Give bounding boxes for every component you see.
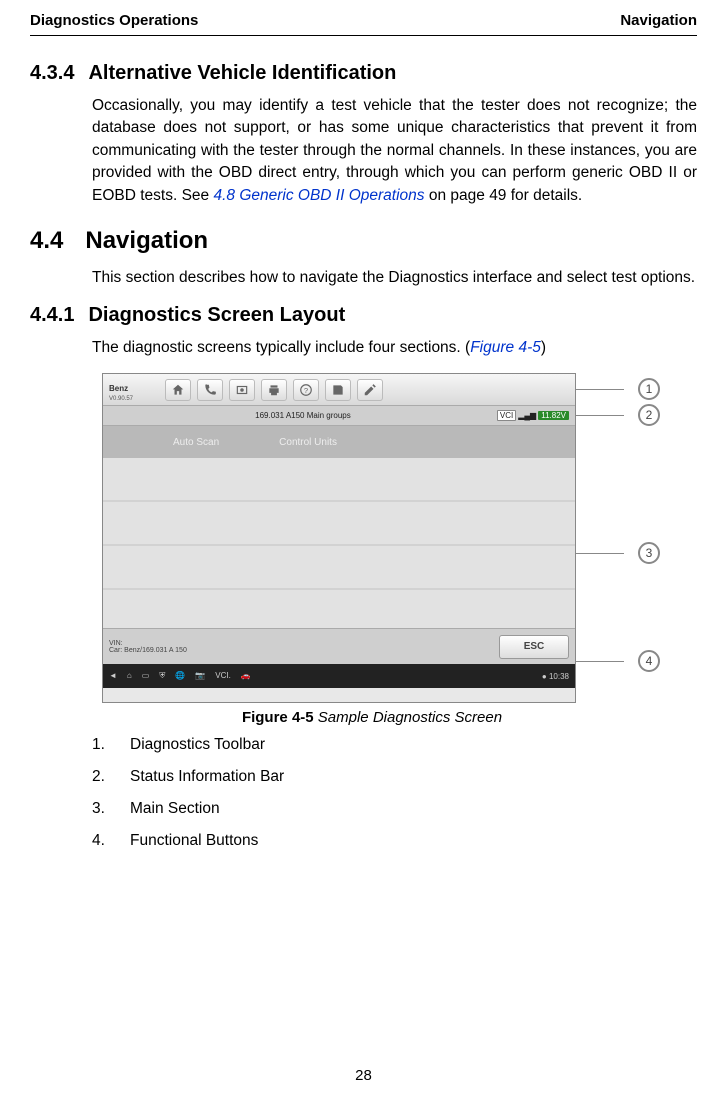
camera-icon[interactable]: 📷 <box>195 671 205 681</box>
figure-ref-link[interactable]: Figure 4-5 <box>470 339 541 356</box>
print-icon[interactable] <box>261 379 287 401</box>
heading-number: 4.3.4 <box>30 62 74 85</box>
paragraph-4-4: This section describes how to navigate t… <box>92 267 697 289</box>
callout-lead-4 <box>576 661 624 662</box>
callout-lead-1 <box>576 389 624 390</box>
brand-block: Benz V0.90.57 <box>109 378 133 402</box>
brand-version: V0.90.57 <box>109 396 133 402</box>
para-text-b: ) <box>541 339 546 356</box>
list-number: 3. <box>92 800 110 818</box>
brand-name: Benz <box>109 384 128 393</box>
callout-lead-2 <box>576 415 624 416</box>
tab-auto-scan[interactable]: Auto Scan <box>173 437 219 448</box>
page-number: 28 <box>0 1067 727 1084</box>
para-text-a: The diagnostic screens typically include… <box>92 339 470 356</box>
callout-2: 2 <box>638 404 660 426</box>
signal-icon: ▂▄▆ <box>518 411 536 420</box>
callout-4: 4 <box>638 650 660 672</box>
phone-icon[interactable] <box>197 379 223 401</box>
cross-ref-link[interactable]: 4.8 Generic OBD II Operations <box>213 187 424 204</box>
callout-3: 3 <box>638 542 660 564</box>
heading-title: Diagnostics Screen Layout <box>88 304 345 327</box>
diagnostics-toolbar: Benz V0.90.57 ? <box>103 374 575 406</box>
heading-title: Navigation <box>85 227 208 255</box>
vci-status: VCI ▂▄▆ 11.82V <box>497 410 569 421</box>
screenshot-icon[interactable] <box>229 379 255 401</box>
numbered-list: 1. Diagnostics Toolbar 2. Status Informa… <box>92 736 697 850</box>
list-text: Main Section <box>130 800 220 818</box>
figure-4-5: Benz V0.90.57 ? 169.031 A150 Main groups… <box>92 373 652 726</box>
functional-buttons-bar: VIN: Car: Benz/169.031 A 150 ESC <box>103 628 575 664</box>
list-number: 1. <box>92 736 110 754</box>
vin-label: VIN: <box>109 640 187 647</box>
system-nav-bar: ◄ ⌂ ▭ ⛨ 🌐 📷 VCI. 🚗 ● 10:38 <box>103 664 575 688</box>
caption-label: Figure 4-5 <box>242 709 314 726</box>
callout-1: 1 <box>638 378 660 400</box>
clock: ● 10:38 <box>542 672 569 681</box>
svg-text:?: ? <box>304 386 308 395</box>
list-text: Status Information Bar <box>130 768 284 786</box>
callout-lead-3 <box>576 553 624 554</box>
header-left: Diagnostics Operations <box>30 12 198 29</box>
heading-4-4: 4.4 Navigation <box>30 227 697 255</box>
list-number: 4. <box>92 832 110 850</box>
list-item: 3. Main Section <box>92 800 697 818</box>
vci-label: VCI <box>497 410 516 421</box>
status-title: 169.031 A150 Main groups <box>255 411 351 420</box>
list-item: 2. Status Information Bar <box>92 768 697 786</box>
screenshot-container: Benz V0.90.57 ? 169.031 A150 Main groups… <box>102 373 576 703</box>
vehicle-info: VIN: Car: Benz/169.031 A 150 <box>109 640 187 654</box>
save-icon[interactable] <box>325 379 351 401</box>
heading-number: 4.4 <box>30 227 63 255</box>
figure-caption: Figure 4-5 Sample Diagnostics Screen <box>92 709 652 726</box>
caption-title: Sample Diagnostics Screen <box>314 709 502 726</box>
list-item: 1. Diagnostics Toolbar <box>92 736 697 754</box>
tab-control-units[interactable]: Control Units <box>279 437 337 448</box>
car-icon[interactable]: 🚗 <box>241 671 251 681</box>
nav-home-icon[interactable]: ⌂ <box>127 671 132 681</box>
help-icon[interactable]: ? <box>293 379 319 401</box>
main-tabs: Auto Scan Control Units <box>103 426 575 458</box>
globe-icon[interactable]: 🌐 <box>175 671 185 681</box>
heading-4-4-1: 4.4.1 Diagnostics Screen Layout <box>30 304 697 327</box>
esc-button[interactable]: ESC <box>499 635 569 659</box>
status-information-bar: 169.031 A150 Main groups VCI ▂▄▆ 11.82V <box>103 406 575 426</box>
system-icons-left: ◄ ⌂ ▭ ⛨ 🌐 📷 VCI. 🚗 <box>109 671 251 681</box>
list-number: 2. <box>92 768 110 786</box>
heading-number: 4.4.1 <box>30 304 74 327</box>
heading-title: Alternative Vehicle Identification <box>88 62 396 85</box>
para-text-b: on page 49 for details. <box>425 187 583 204</box>
list-text: Diagnostics Toolbar <box>130 736 265 754</box>
voltage-badge: 11.82V <box>538 411 569 420</box>
back-icon[interactable]: ◄ <box>109 671 117 681</box>
main-section <box>103 458 575 628</box>
vci-sys-icon[interactable]: VCI. <box>215 671 231 681</box>
recent-icon[interactable]: ▭ <box>142 671 150 681</box>
list-item: 4. Functional Buttons <box>92 832 697 850</box>
paragraph-4-4-1: The diagnostic screens typically include… <box>92 337 697 359</box>
list-text: Functional Buttons <box>130 832 258 850</box>
edit-icon[interactable] <box>357 379 383 401</box>
paragraph-4-3-4: Occasionally, you may identify a test ve… <box>92 95 697 207</box>
car-label: Car: Benz/169.031 A 150 <box>109 647 187 654</box>
header-right: Navigation <box>620 12 697 29</box>
shield-icon[interactable]: ⛨ <box>159 671 165 681</box>
heading-4-3-4: 4.3.4 Alternative Vehicle Identification <box>30 62 697 85</box>
page-header: Diagnostics Operations Navigation <box>30 0 697 36</box>
home-icon[interactable] <box>165 379 191 401</box>
